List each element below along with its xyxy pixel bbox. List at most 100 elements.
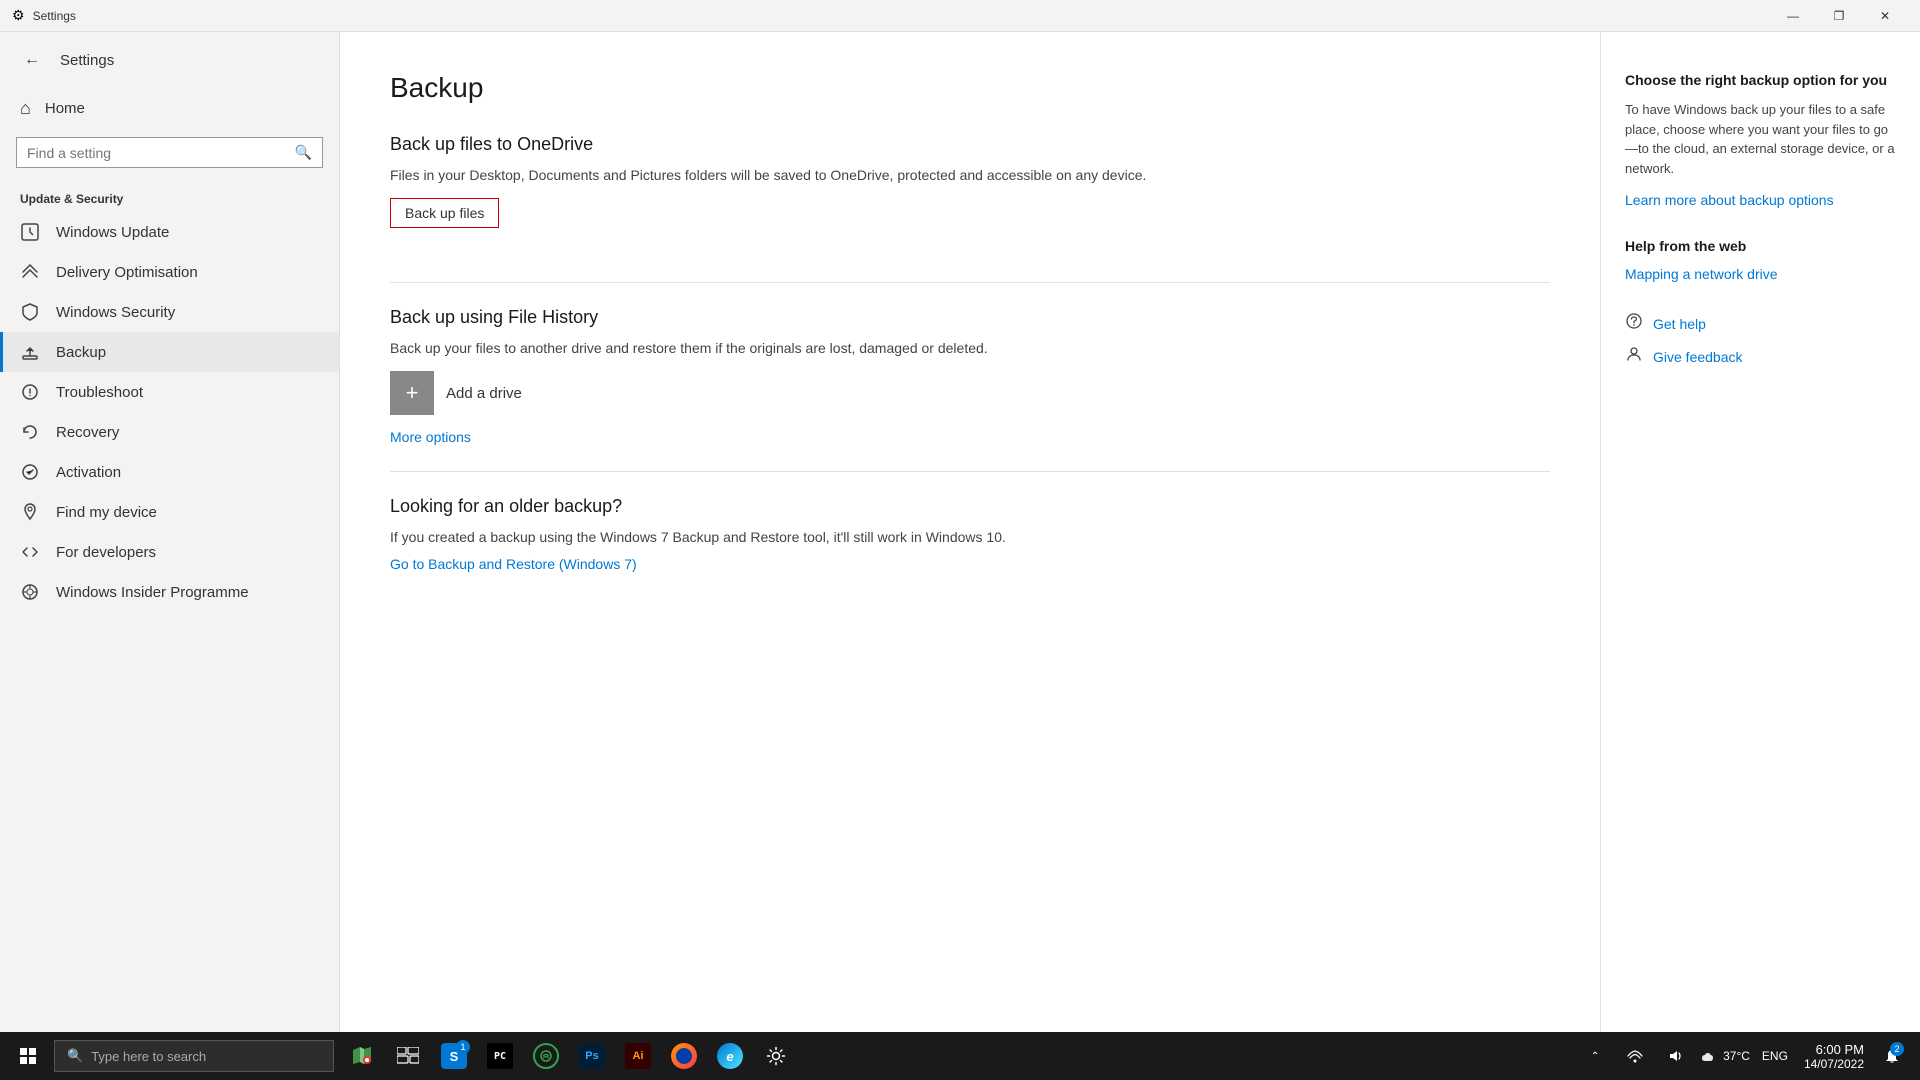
right-panel-desc: To have Windows back up your files to a … [1625, 100, 1896, 178]
store-badge: 1 [456, 1040, 470, 1054]
sidebar-item-troubleshoot[interactable]: Troubleshoot [0, 372, 339, 412]
taskbar-search-bar[interactable]: 🔍 Type here to search [54, 1040, 334, 1072]
notification-badge: 2 [1890, 1042, 1904, 1056]
home-icon: ⌂ [20, 98, 31, 119]
right-panel-web: Help from the web Mapping a network driv… [1625, 238, 1896, 284]
taskbar: 🔍 Type here to search [0, 1032, 1920, 1080]
sidebar-item-for-developers[interactable]: For developers [0, 532, 339, 572]
start-button[interactable] [4, 1032, 52, 1080]
sidebar-label-delivery: Delivery Optimisation [56, 264, 198, 281]
add-drive-label: Add a drive [446, 385, 522, 402]
taskbar-icon-illustrator[interactable]: Ai [616, 1034, 660, 1078]
sidebar-label-recovery: Recovery [56, 424, 119, 441]
titlebar-controls: — ❐ ✕ [1770, 0, 1908, 32]
taskbar-time: 6:00 PM [1816, 1042, 1864, 1057]
sidebar-nav-top: ← Settings [0, 32, 339, 88]
titlebar: ⚙ Settings — ❐ ✕ [0, 0, 1920, 32]
sidebar-label-troubleshoot: Troubleshoot [56, 384, 143, 401]
insider-icon [20, 582, 40, 602]
right-panel-title: Choose the right backup option for you [1625, 72, 1896, 88]
activation-icon [20, 462, 40, 482]
close-button[interactable]: ✕ [1862, 0, 1908, 32]
sidebar-label-developers: For developers [56, 544, 156, 561]
get-help-icon [1625, 312, 1643, 335]
sidebar-item-find-my-device[interactable]: Find my device [0, 492, 339, 532]
more-options-link[interactable]: More options [390, 429, 471, 445]
settings-icon: ⚙ [12, 7, 25, 24]
taskbar-date: 14/07/2022 [1804, 1057, 1864, 1071]
onedrive-desc: Files in your Desktop, Documents and Pic… [390, 165, 1550, 186]
file-history-title: Back up using File History [390, 307, 1550, 328]
add-drive-icon: + [390, 371, 434, 415]
sidebar-label-insider: Windows Insider Programme [56, 584, 249, 601]
taskbar-search-text: Type here to search [91, 1049, 206, 1064]
sidebar: ← Settings ⌂ Home 🔍 Update & Security Wi… [0, 32, 340, 1032]
section-label: Update & Security [0, 184, 339, 212]
taskbar-icon-maps[interactable] [340, 1034, 384, 1078]
taskbar-icon-edge[interactable]: e [708, 1034, 752, 1078]
taskbar-tray-expand[interactable]: ⌃ [1577, 1034, 1613, 1078]
home-label: Home [45, 100, 85, 117]
divider-2 [390, 471, 1550, 472]
find-device-icon [20, 502, 40, 522]
learn-more-link[interactable]: Learn more about backup options [1625, 192, 1834, 208]
mapping-network-link[interactable]: Mapping a network drive [1625, 266, 1778, 282]
minimize-button[interactable]: — [1770, 0, 1816, 32]
backup-files-button[interactable]: Back up files [390, 198, 499, 228]
delivery-icon [20, 262, 40, 282]
onedrive-title: Back up files to OneDrive [390, 134, 1550, 155]
taskbar-clock[interactable]: 6:00 PM 14/07/2022 [1796, 1034, 1872, 1078]
backup-icon [20, 342, 40, 362]
right-panel: Choose the right backup option for you T… [1600, 32, 1920, 1032]
divider-1 [390, 282, 1550, 283]
search-icon: 🔍 [295, 144, 312, 161]
main-content: Backup Back up files to OneDrive Files i… [340, 32, 1600, 1032]
back-button[interactable]: ← [16, 44, 48, 76]
sidebar-label-backup: Backup [56, 344, 106, 361]
sidebar-item-windows-update[interactable]: Windows Update [0, 212, 339, 252]
onedrive-section: Back up files to OneDrive Files in your … [390, 134, 1550, 258]
taskbar-icon-task-view[interactable] [386, 1034, 430, 1078]
sidebar-label-security: Windows Security [56, 304, 175, 321]
taskbar-icon-firefox[interactable] [662, 1034, 706, 1078]
taskbar-speaker-icon[interactable] [1657, 1034, 1693, 1078]
search-box[interactable]: 🔍 [16, 137, 323, 168]
taskbar-icon-jetbrains[interactable]: PC [478, 1034, 522, 1078]
give-feedback-link[interactable]: Give feedback [1653, 349, 1743, 365]
older-backup-section: Looking for an older backup? If you crea… [390, 496, 1550, 574]
taskbar-keyboard-icon[interactable]: ENG [1758, 1034, 1792, 1078]
file-history-desc: Back up your files to another drive and … [390, 338, 1550, 359]
taskbar-app-icons: S 1 PC Ps [340, 1034, 798, 1078]
older-backup-desc: If you created a backup using the Window… [390, 527, 1550, 548]
backup-restore-link[interactable]: Go to Backup and Restore (Windows 7) [390, 556, 637, 572]
troubleshoot-icon [20, 382, 40, 402]
taskbar-right: ⌃ 37°C ENG [1577, 1034, 1916, 1078]
taskbar-network-icon[interactable] [1617, 1034, 1653, 1078]
sidebar-label-windows-update: Windows Update [56, 224, 169, 241]
taskbar-icon-photoshop[interactable]: Ps [570, 1034, 614, 1078]
taskbar-weather-icon[interactable]: 37°C [1697, 1034, 1754, 1078]
recovery-icon [20, 422, 40, 442]
give-feedback-icon [1625, 345, 1643, 368]
sidebar-item-backup[interactable]: Backup [0, 332, 339, 372]
titlebar-title: Settings [33, 9, 76, 23]
get-help-link[interactable]: Get help [1653, 316, 1706, 332]
sidebar-item-delivery-optimisation[interactable]: Delivery Optimisation [0, 252, 339, 292]
give-feedback-item: Give feedback [1625, 345, 1896, 368]
sidebar-app-title: Settings [60, 52, 114, 69]
sidebar-item-windows-insider[interactable]: Windows Insider Programme [0, 572, 339, 612]
add-drive-button[interactable]: + Add a drive [390, 371, 1550, 415]
restore-button[interactable]: ❐ [1816, 0, 1862, 32]
search-input[interactable] [27, 145, 287, 161]
right-panel-help: Get help Give feedback [1625, 312, 1896, 368]
sidebar-item-activation[interactable]: Activation [0, 452, 339, 492]
sidebar-item-windows-security[interactable]: Windows Security [0, 292, 339, 332]
sidebar-item-recovery[interactable]: Recovery [0, 412, 339, 452]
taskbar-icon-settings[interactable] [754, 1034, 798, 1078]
help-from-web-title: Help from the web [1625, 238, 1896, 254]
taskbar-icon-store[interactable]: S 1 [432, 1034, 476, 1078]
taskbar-search-icon: 🔍 [67, 1048, 83, 1064]
taskbar-notification-button[interactable]: 2 [1876, 1034, 1908, 1078]
sidebar-item-home[interactable]: ⌂ Home [0, 88, 339, 129]
taskbar-icon-terminal[interactable] [524, 1034, 568, 1078]
